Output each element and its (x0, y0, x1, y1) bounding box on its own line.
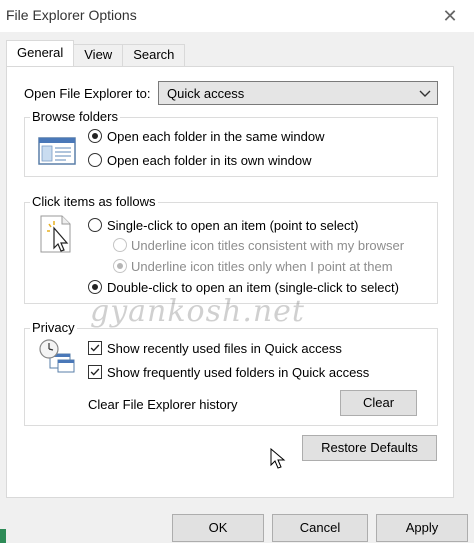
underline-point-radio (113, 259, 127, 273)
restore-defaults-button[interactable]: Restore Defaults (302, 435, 437, 461)
own-window-label[interactable]: Open each folder in its own window (107, 153, 312, 168)
mouse-cursor-icon (270, 448, 286, 469)
browse-folders-group (24, 117, 438, 177)
tab-search[interactable]: Search (122, 44, 186, 66)
frequent-folders-label[interactable]: Show frequently used folders in Quick ac… (107, 365, 369, 380)
clear-history-label: Clear File Explorer history (88, 397, 238, 412)
ok-button[interactable]: OK (172, 514, 264, 542)
open-to-label: Open File Explorer to: (24, 86, 151, 101)
close-icon[interactable]: ✕ (440, 6, 460, 26)
open-to-value: Quick access (167, 86, 245, 101)
underline-browser-radio (113, 238, 127, 252)
privacy-clock-icon (39, 339, 75, 373)
double-click-radio[interactable] (88, 280, 102, 294)
privacy-title: Privacy (30, 320, 77, 335)
apply-button[interactable]: Apply (376, 514, 468, 542)
double-click-label[interactable]: Double-click to open an item (single-cli… (107, 280, 399, 295)
single-click-radio[interactable] (88, 218, 102, 232)
clear-button[interactable]: Clear (340, 390, 417, 416)
own-window-radio[interactable] (88, 153, 102, 167)
single-click-label[interactable]: Single-click to open an item (point to s… (107, 218, 358, 233)
click-items-title: Click items as follows (30, 194, 158, 209)
underline-point-label: Underline icon titles only when I point … (131, 259, 393, 274)
frequent-folders-checkbox[interactable] (88, 365, 102, 379)
recent-files-label[interactable]: Show recently used files in Quick access (107, 341, 342, 356)
browse-folders-title: Browse folders (30, 109, 120, 124)
recent-files-checkbox[interactable] (88, 341, 102, 355)
same-window-radio[interactable] (88, 129, 102, 143)
browse-folders-icon (38, 137, 76, 165)
title-bar: File Explorer Options ✕ (0, 0, 474, 32)
tab-view[interactable]: View (73, 44, 124, 66)
click-items-icon (40, 215, 71, 253)
taskbar-edge (0, 529, 6, 543)
underline-browser-label: Underline icon titles consistent with my… (131, 238, 405, 253)
same-window-label[interactable]: Open each folder in the same window (107, 129, 325, 144)
window-title: File Explorer Options (6, 7, 137, 23)
cancel-button[interactable]: Cancel (272, 514, 368, 542)
chevron-down-icon (419, 90, 431, 97)
tab-strip: General View Search (6, 40, 186, 66)
tab-general[interactable]: General (6, 40, 75, 66)
open-to-dropdown[interactable]: Quick access (158, 81, 438, 105)
